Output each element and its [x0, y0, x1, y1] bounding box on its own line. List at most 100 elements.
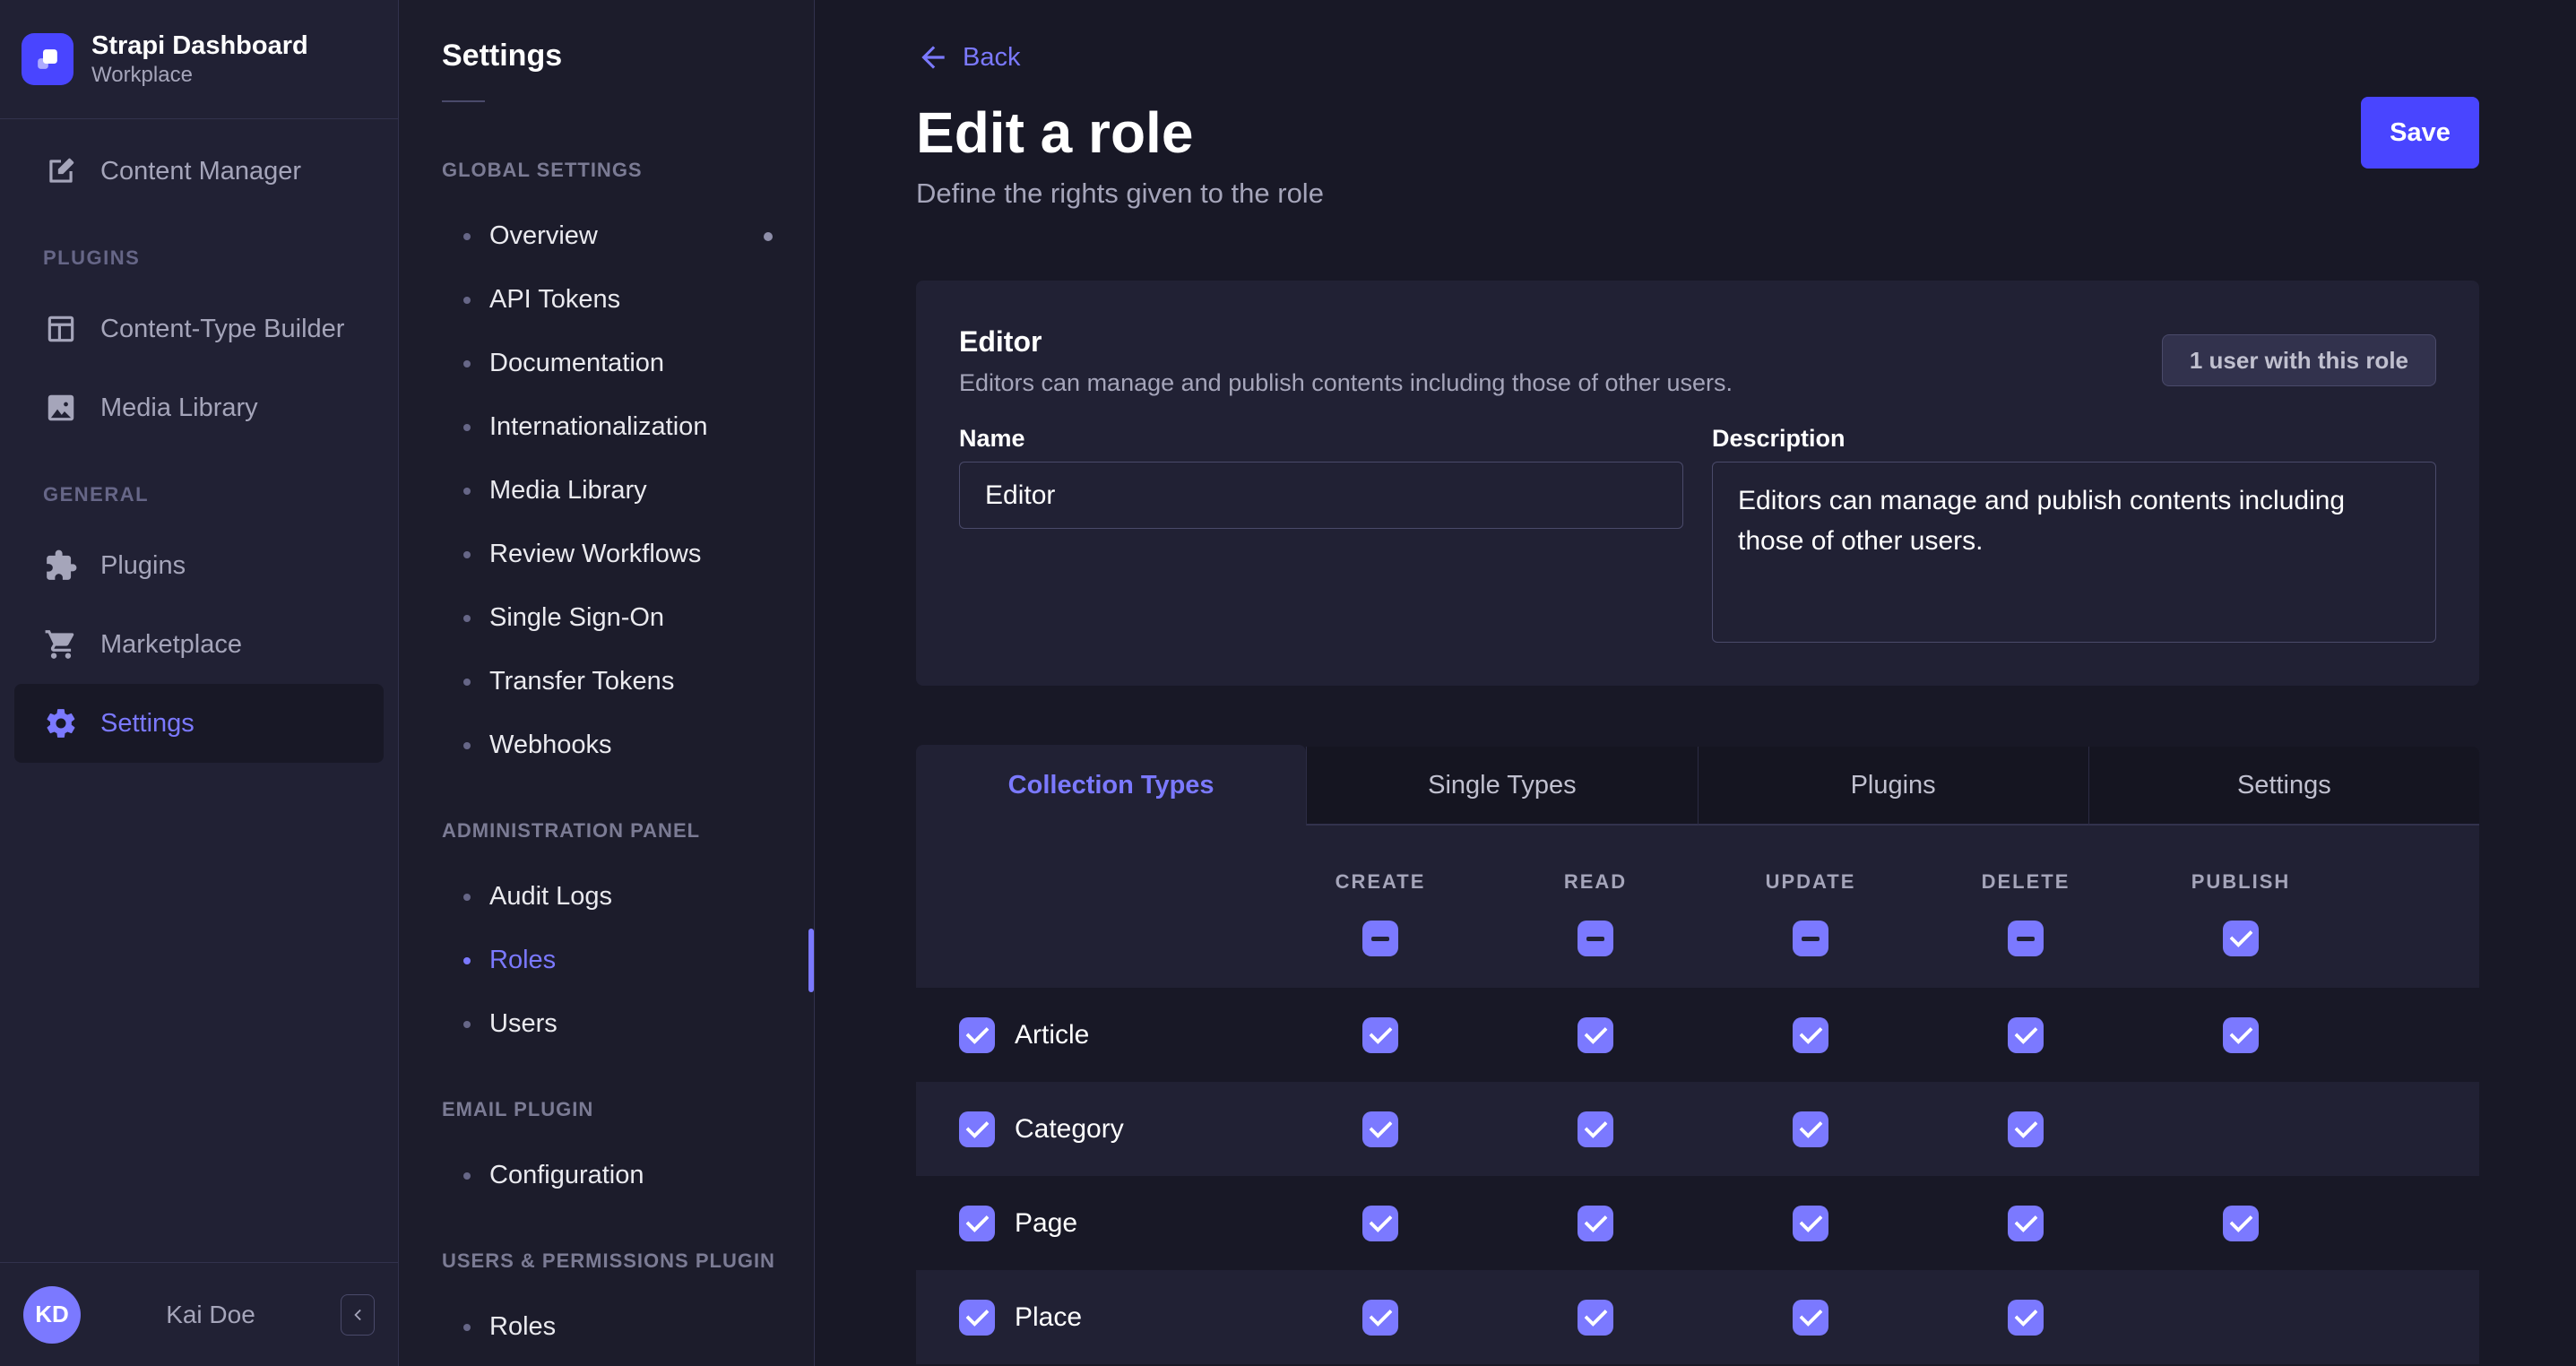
subnav-item-api-tokens[interactable]: API Tokens: [399, 268, 814, 332]
subnav-item-documentation[interactable]: Documentation: [399, 332, 814, 395]
select-all-read-checkbox[interactable]: [1578, 921, 1613, 956]
column-label: CREATE: [1336, 870, 1426, 894]
subnav-item-roles[interactable]: Roles: [399, 929, 814, 992]
article-create-checkbox[interactable]: [1362, 1017, 1398, 1053]
subnav-item-label: Internationalization: [489, 412, 707, 442]
article-publish-checkbox[interactable]: [2223, 1017, 2259, 1053]
subnav-section-administration-panel: ADMINISTRATION PANEL: [399, 818, 814, 843]
place-update-checkbox[interactable]: [1793, 1300, 1828, 1336]
column-label: UPDATE: [1766, 870, 1856, 894]
name-input[interactable]: [959, 462, 1683, 529]
collapse-sidebar-button[interactable]: [341, 1294, 375, 1336]
subnav-item-up-roles[interactable]: Roles: [399, 1295, 814, 1359]
name-field-label: Name: [959, 424, 1683, 453]
subnav-item-media-library[interactable]: Media Library: [399, 459, 814, 523]
row-select-checkbox[interactable]: [959, 1300, 995, 1336]
column-label: DELETE: [1982, 870, 2070, 894]
page-delete-checkbox[interactable]: [2008, 1206, 2044, 1241]
subnav-item-review-workflows[interactable]: Review Workflows: [399, 523, 814, 586]
table-row-article: Article: [916, 988, 2479, 1082]
column-create: CREATE: [1273, 826, 1488, 988]
subnav-item-label: Transfer Tokens: [489, 667, 674, 696]
article-read-checkbox[interactable]: [1578, 1017, 1613, 1053]
user-footer: KD Kai Doe: [0, 1262, 398, 1366]
tab-settings[interactable]: Settings: [2088, 747, 2479, 826]
main-content: Back Edit a role Define the rights given…: [815, 0, 2576, 1366]
subnav-item-transfer-tokens[interactable]: Transfer Tokens: [399, 650, 814, 713]
place-create-checkbox[interactable]: [1362, 1300, 1398, 1336]
page-title: Edit a role: [916, 97, 1324, 169]
tab-single-types[interactable]: Single Types: [1306, 747, 1697, 826]
sidebar-item-settings[interactable]: Settings: [14, 684, 384, 763]
subnav-section-email-plugin: EMAIL PLUGIN: [399, 1097, 814, 1122]
subnav-item-users[interactable]: Users: [399, 992, 814, 1056]
page-read-checkbox[interactable]: [1578, 1206, 1613, 1241]
main-sidebar: Strapi Dashboard Workplace Content Manag…: [0, 0, 399, 1366]
arrow-left-icon: [916, 40, 950, 74]
category-delete-checkbox[interactable]: [2008, 1111, 2044, 1147]
role-fields: Name Description Editors can manage and …: [959, 424, 2436, 647]
select-all-update-checkbox[interactable]: [1793, 921, 1828, 956]
row-select-checkbox[interactable]: [959, 1017, 995, 1053]
subnav-item-webhooks[interactable]: Webhooks: [399, 713, 814, 777]
place-delete-checkbox[interactable]: [2008, 1300, 2044, 1336]
subnav-item-label: Roles: [489, 946, 556, 975]
gear-icon: [43, 705, 79, 741]
tab-collection-types[interactable]: Collection Types: [916, 745, 1306, 826]
row-select-checkbox[interactable]: [959, 1206, 995, 1241]
sidebar-item-label: Settings: [100, 709, 194, 739]
page-create-checkbox[interactable]: [1362, 1206, 1398, 1241]
subnav-item-label: Users: [489, 1009, 558, 1039]
subnav-item-single-sign-on[interactable]: Single Sign-On: [399, 586, 814, 650]
sidebar-item-media-library[interactable]: Media Library: [14, 368, 384, 447]
subnav-item-label: Single Sign-On: [489, 603, 664, 633]
select-all-create-checkbox[interactable]: [1362, 921, 1398, 956]
back-link[interactable]: Back: [916, 39, 1020, 75]
permissions-tabs: Collection Types Single Types Plugins Se…: [916, 745, 2479, 826]
article-update-checkbox[interactable]: [1793, 1017, 1828, 1053]
page-publish-checkbox[interactable]: [2223, 1206, 2259, 1241]
article-delete-checkbox[interactable]: [2008, 1017, 2044, 1053]
workspace-brand[interactable]: Strapi Dashboard Workplace: [0, 0, 398, 119]
description-textarea[interactable]: Editors can manage and publish contents …: [1712, 462, 2436, 643]
puzzle-icon: [43, 548, 79, 584]
users-with-role-button[interactable]: 1 user with this role: [2162, 334, 2436, 386]
subnav-item-label: Webhooks: [489, 731, 612, 760]
sidebar-item-label: Marketplace: [100, 630, 242, 660]
select-all-publish-checkbox[interactable]: [2223, 921, 2259, 956]
sidebar-item-marketplace[interactable]: Marketplace: [14, 605, 384, 684]
sidebar-item-plugins[interactable]: Plugins: [14, 526, 384, 605]
row-select-checkbox[interactable]: [959, 1111, 995, 1147]
subnav-item-label: Configuration: [489, 1161, 644, 1190]
brand-text: Strapi Dashboard Workplace: [91, 30, 308, 89]
subnav-item-audit-logs[interactable]: Audit Logs: [399, 865, 814, 929]
save-button[interactable]: Save: [2361, 97, 2479, 169]
page-header-text: Edit a role Define the rights given to t…: [916, 97, 1324, 210]
page-update-checkbox[interactable]: [1793, 1206, 1828, 1241]
user-name: Kai Doe: [81, 1301, 341, 1329]
description-field-group: Description Editors can manage and publi…: [1712, 424, 2436, 647]
tab-plugins[interactable]: Plugins: [1698, 747, 2088, 826]
category-update-checkbox[interactable]: [1793, 1111, 1828, 1147]
chevron-left-icon: [348, 1305, 367, 1325]
category-read-checkbox[interactable]: [1578, 1111, 1613, 1147]
subnav-item-internationalization[interactable]: Internationalization: [399, 395, 814, 459]
sidebar-item-content-manager[interactable]: Content Manager: [14, 132, 384, 211]
column-update: UPDATE: [1703, 826, 1918, 988]
subnav-item-label: Audit Logs: [489, 882, 612, 912]
content-type-label: Page: [1015, 1208, 1077, 1239]
subnav-section-users-permissions-plugin: USERS & PERMISSIONS PLUGIN: [399, 1249, 814, 1274]
subnav-item-overview[interactable]: Overview: [399, 204, 814, 268]
page-header: Edit a role Define the rights given to t…: [916, 97, 2479, 210]
column-label: PUBLISH: [2191, 870, 2291, 894]
role-details-card: Editor Editors can manage and publish co…: [916, 281, 2479, 686]
sidebar-item-content-type-builder[interactable]: Content-Type Builder: [14, 290, 384, 368]
nav-section-plugins: PLUGINS: [14, 245, 384, 272]
subnav-item-label: API Tokens: [489, 285, 620, 315]
subnav-item-configuration[interactable]: Configuration: [399, 1144, 814, 1207]
name-field-group: Name: [959, 424, 1683, 647]
place-read-checkbox[interactable]: [1578, 1300, 1613, 1336]
row-label-cell: Page: [916, 1206, 1273, 1241]
category-create-checkbox[interactable]: [1362, 1111, 1398, 1147]
select-all-delete-checkbox[interactable]: [2008, 921, 2044, 956]
